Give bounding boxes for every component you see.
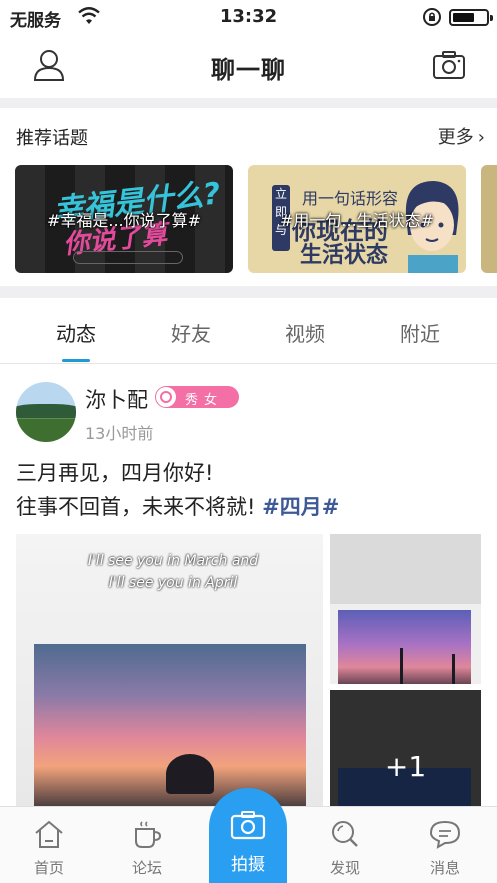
tab-nearby[interactable]: 附近 [380,318,460,347]
tab-video[interactable]: 视频 [265,318,345,347]
search-icon [332,821,358,847]
section-divider [0,286,497,298]
palm-silhouette [452,654,455,684]
topic-card-life-status[interactable]: 立即与 用一句话形容 你现在的 生活状态 #用一句...生活状态# [248,165,466,273]
active-tab-indicator [62,359,90,362]
coffee-cup-icon [135,821,162,848]
image-more-overlay [330,690,481,806]
tabbar-label: 消息 [429,859,460,877]
more-label: 更多 [437,127,474,148]
post-image-main[interactable]: I'll see you in March and I'll see you i… [16,534,323,806]
section-divider [0,98,497,108]
page-title: 聊一聊 [211,56,286,84]
shoot-label: 拍摄 [231,855,265,875]
camera-icon [230,811,266,840]
card-art-text: 用一句话形容 [302,189,399,208]
chevron-right-icon: › [477,127,485,148]
post-time: 13小时前 [85,424,154,443]
more-topics-link[interactable]: 更多 › [438,123,485,149]
topics-title: 推荐话题 [16,128,88,149]
badge-label: 秀女 [185,393,224,408]
tabbar-label: 首页 [33,859,64,877]
topic-card-partial[interactable] [481,165,497,273]
post-text: 三月再见，四月你好! 往事不回首，未来不将就! #四月# [16,456,339,524]
avatar[interactable] [16,382,76,442]
post-username[interactable]: 沵卜配 [85,384,148,414]
topics-header: 推荐话题 更多 › [0,108,497,160]
camera-icon[interactable] [432,50,466,84]
post-image-2[interactable] [330,534,481,684]
home-icon [35,820,63,848]
badge-swirl-icon [156,387,176,407]
feed-tabs: 动态 好友 视频 附近 [0,298,497,364]
user-badge: 秀女 [155,386,239,408]
nav-bar: 聊一聊 [0,34,497,98]
tabbar-label: 论坛 [131,859,162,877]
more-images-count: +1 [384,750,427,783]
tab-dynamic[interactable]: 动态 [36,318,116,347]
tab-friends[interactable]: 好友 [151,318,231,347]
topic-card-title: #用一句...生活状态# [279,211,435,230]
topic-card-happiness[interactable]: 幸福是什么? 你说了算 #幸福是...你说了算# [15,165,233,273]
rotation-lock-icon [422,7,442,31]
status-bar: 无服务 13:32 [0,0,497,34]
tabbar-home[interactable]: 首页 [14,819,84,878]
post-text-line: 三月再见，四月你好! [16,461,214,485]
feed-post[interactable]: 沵卜配 秀女 13小时前 三月再见，四月你好! 往事不回首，未来不将就! #四月… [0,364,497,806]
card-art-pill [73,251,183,264]
image-caption: I'll see you in March and I'll see you i… [87,553,259,591]
topic-card-title: #幸福是...你说了算# [46,211,202,230]
tree-silhouette [166,754,214,794]
tabbar-label: 发现 [329,859,360,877]
app-screen: 无服务 13:32 聊一聊 推荐话题 更多 › 幸福是什么? 你说了算 #幸福是… [0,0,497,883]
tabbar-forum[interactable]: 论坛 [112,819,182,878]
post-text-line: 往事不回首，未来不将就! [16,495,256,519]
hashtag-link[interactable]: #四月# [262,495,339,519]
palm-silhouette [400,648,403,684]
shoot-button[interactable]: 拍摄 [209,788,287,883]
tabbar-discover[interactable]: 发现 [310,819,380,878]
post-image-3[interactable]: +1 [330,690,481,806]
card-art-text: 生活状态 [300,243,389,268]
battery-icon [449,9,493,26]
chat-bubble-icon [429,820,461,849]
tabbar-messages[interactable]: 消息 [410,819,480,878]
